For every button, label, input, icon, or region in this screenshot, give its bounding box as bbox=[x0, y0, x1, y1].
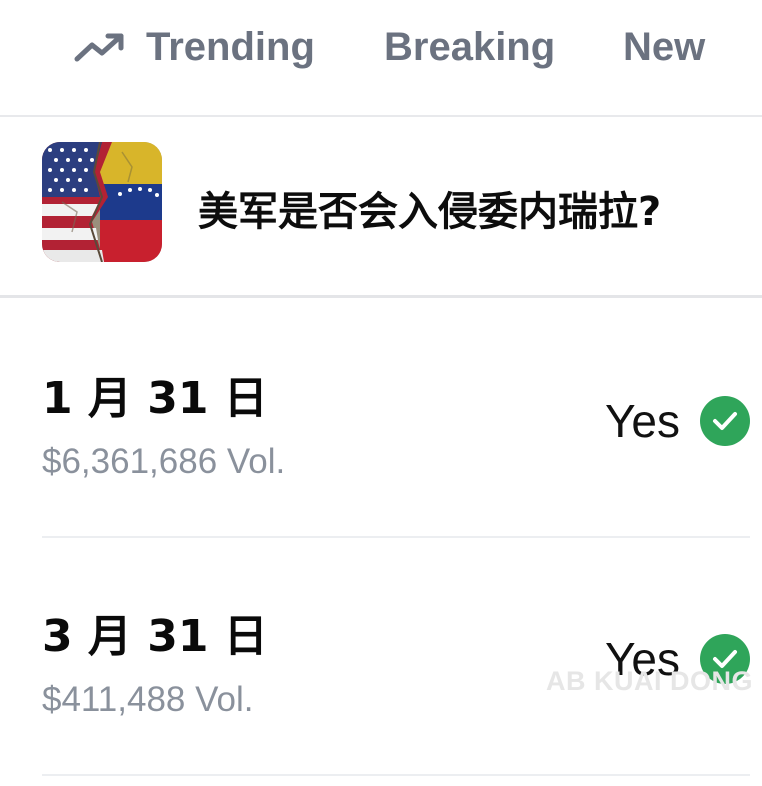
outcome-row[interactable]: 1 月 31 日 $6,361,686 Vol. Yes bbox=[42, 300, 750, 538]
trending-up-icon bbox=[74, 30, 126, 64]
tab-trending-label: Trending bbox=[146, 24, 315, 69]
category-tabs: Trending Breaking New bbox=[0, 0, 762, 117]
outcome-result: Yes bbox=[605, 394, 750, 448]
watermark: AB KUAI DONG bbox=[546, 666, 753, 696]
outcome-date: 3 月 31 日 bbox=[42, 611, 268, 662]
check-circle-icon bbox=[700, 396, 750, 446]
outcome-row[interactable]: 3 月 31 日 $411,488 Vol. Yes bbox=[42, 538, 750, 776]
market-thumbnail bbox=[42, 142, 162, 262]
outcome-result-label: Yes bbox=[604, 395, 680, 447]
tab-breaking-label: Breaking bbox=[384, 24, 556, 69]
outcome-volume: $411,488 Vol. bbox=[42, 680, 254, 719]
market-header[interactable]: 美军是否会入侵委内瑞拉? bbox=[0, 117, 762, 298]
tab-new-label: New bbox=[623, 24, 706, 69]
tab-breaking[interactable]: Breaking bbox=[384, 22, 555, 72]
market-title: 美军是否会入侵委内瑞拉? bbox=[198, 189, 662, 235]
outcome-date: 1 月 31 日 bbox=[42, 373, 268, 424]
outcome-volume: $6,361,686 Vol. bbox=[42, 442, 286, 481]
tab-trending[interactable]: Trending bbox=[74, 22, 315, 72]
tab-new[interactable]: New bbox=[623, 22, 705, 72]
